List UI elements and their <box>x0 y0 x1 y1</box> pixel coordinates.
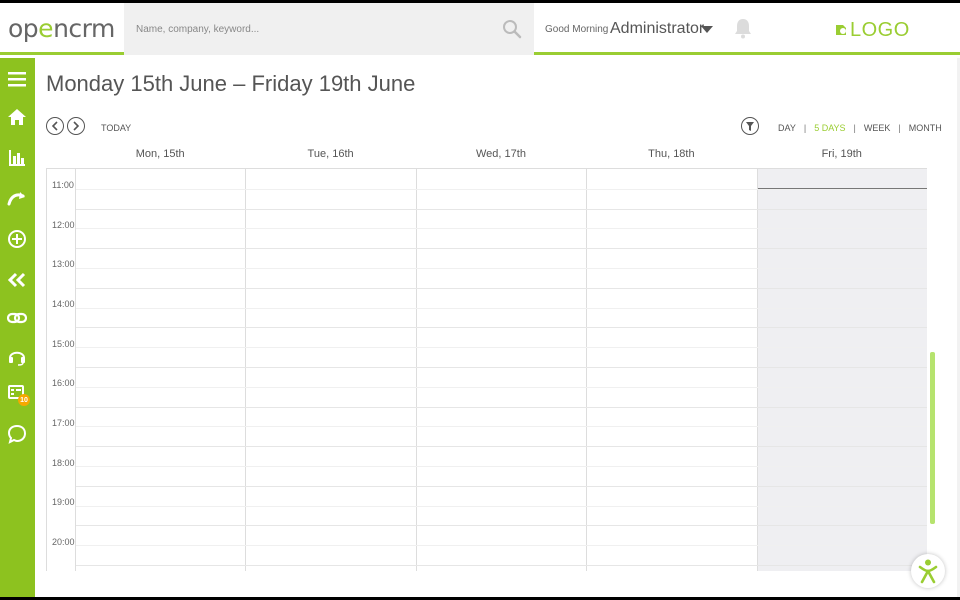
view-month[interactable]: MONTH <box>909 123 942 133</box>
grid-line <box>76 426 927 428</box>
search-input[interactable] <box>136 19 486 39</box>
view-day[interactable]: DAY <box>778 123 796 133</box>
grid-line <box>76 228 927 230</box>
time-label: 13:00 <box>52 259 75 269</box>
time-label: 11:00 <box>52 180 74 190</box>
grid-line <box>76 287 927 289</box>
grid-line <box>76 406 927 408</box>
grid-line <box>76 565 927 566</box>
grid-line <box>76 485 927 487</box>
time-label: 14:00 <box>52 299 75 309</box>
time-label: 18:00 <box>52 458 75 468</box>
bell-icon[interactable] <box>734 17 752 39</box>
bar-chart-icon[interactable] <box>6 147 28 169</box>
calendar-grid: 11:00 12:00 13:00 14:00 15:00 16:00 17:0… <box>46 168 927 571</box>
today-button[interactable]: TODAY <box>101 123 131 133</box>
grid-line <box>76 307 927 309</box>
logo-mark-icon <box>836 25 846 35</box>
time-label: 15:00 <box>52 339 75 349</box>
search-bar <box>124 3 534 55</box>
double-chevron-left-icon[interactable] <box>6 269 28 291</box>
chevron-down-icon[interactable] <box>701 26 713 33</box>
time-label: 12:00 <box>52 220 75 230</box>
brand-text-start: op <box>8 14 39 43</box>
headset-icon[interactable] <box>6 345 28 367</box>
next-button[interactable] <box>67 117 85 135</box>
brand-logo[interactable]: opencrm <box>8 14 115 43</box>
time-label: 17:00 <box>52 418 75 428</box>
time-label: 16:00 <box>52 378 75 388</box>
grid-line <box>76 466 927 467</box>
grid-line <box>76 505 927 507</box>
grid-line <box>76 446 927 448</box>
grid-line <box>76 188 927 190</box>
time-label: 20:00 <box>52 537 75 547</box>
day-header[interactable]: Wed, 17th <box>416 148 586 168</box>
separator: | <box>853 123 856 133</box>
day-headers: Mon, 15th Tue, 16th Wed, 17th Thu, 18th … <box>75 148 927 168</box>
greeting-text: Good Morning <box>545 24 609 35</box>
grid-line <box>76 545 927 547</box>
time-column: 11:00 12:00 13:00 14:00 15:00 16:00 17:0… <box>47 169 76 571</box>
filter-icon <box>746 121 754 131</box>
day-header[interactable]: Thu, 18th <box>586 148 756 168</box>
brand-text-end: ncrm <box>53 14 115 43</box>
grid-line <box>76 327 927 329</box>
chevron-right-icon <box>73 121 80 131</box>
home-icon[interactable] <box>6 106 28 128</box>
grid-line <box>76 208 927 210</box>
view-week[interactable]: WEEK <box>864 123 891 133</box>
link-icon[interactable] <box>6 307 28 329</box>
app-frame: opencrm Good Morning Administrator LOGO <box>0 3 960 597</box>
search-icon[interactable] <box>502 19 522 39</box>
view-5-days[interactable]: 5 DAYS <box>814 123 845 133</box>
grid-line <box>76 525 927 527</box>
person-help-icon <box>918 559 938 584</box>
grid-line <box>76 248 927 250</box>
help-button[interactable] <box>911 554 945 588</box>
separator: | <box>898 123 901 133</box>
chat-icon[interactable] <box>6 423 28 445</box>
separator: | <box>803 123 807 133</box>
view-switcher: DAY | 5 DAYS | WEEK | MONTH <box>778 123 942 133</box>
grid-line <box>76 367 927 368</box>
company-logo: LOGO <box>834 19 910 41</box>
logo-text: LOGO <box>850 18 910 41</box>
day-header[interactable]: Mon, 15th <box>75 148 245 168</box>
task-count-badge: 10 <box>18 394 30 406</box>
previous-button[interactable] <box>46 117 64 135</box>
top-bar: opencrm Good Morning Administrator LOGO <box>0 3 960 55</box>
page-title: Monday 15th June – Friday 19th June <box>46 71 416 96</box>
menu-icon[interactable] <box>6 68 28 90</box>
day-header[interactable]: Fri, 19th <box>757 148 927 168</box>
pipeline-icon[interactable] <box>6 187 28 209</box>
calendar-tasks-icon[interactable]: 10 <box>6 382 30 406</box>
filter-button[interactable] <box>741 117 759 135</box>
chevron-left-icon <box>51 121 58 131</box>
brand-text-accent: e <box>38 14 54 43</box>
grid-line <box>76 347 927 349</box>
sidebar: 10 <box>0 58 35 597</box>
grid-line <box>76 268 927 269</box>
scrollbar[interactable] <box>930 352 935 524</box>
day-header[interactable]: Tue, 16th <box>245 148 415 168</box>
grid-line <box>76 386 927 388</box>
user-menu[interactable]: Administrator <box>610 20 704 38</box>
add-circle-icon[interactable] <box>6 228 28 250</box>
time-label: 19:00 <box>52 497 75 507</box>
